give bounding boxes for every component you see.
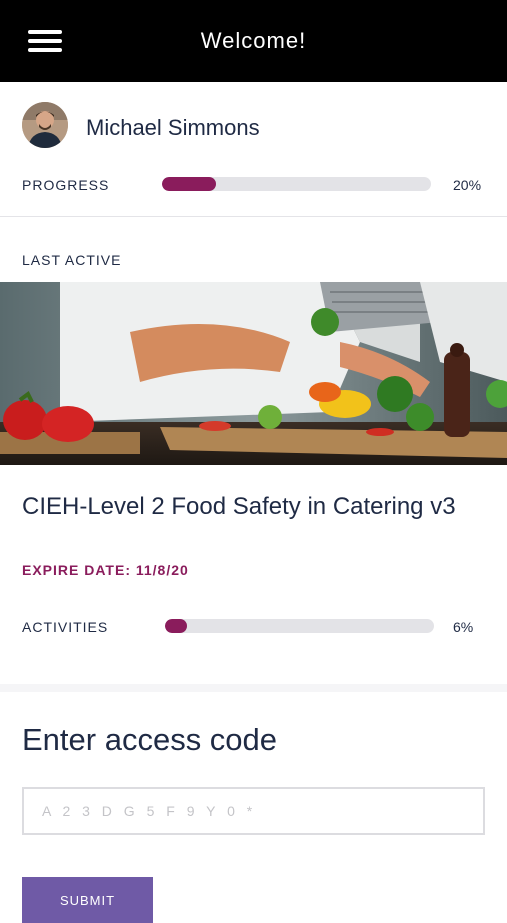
avatar[interactable] — [22, 102, 68, 148]
course-title[interactable]: CIEH-Level 2 Food Safety in Catering v3 — [22, 490, 482, 523]
progress-bar-fill — [162, 177, 216, 191]
last-active-label: LAST ACTIVE — [22, 252, 122, 268]
access-code-heading: Enter access code — [22, 722, 278, 757]
section-divider — [0, 684, 507, 692]
activities-label: ACTIVITIES — [22, 619, 109, 635]
activities-progress-bar — [165, 619, 434, 633]
progress-label: PROGRESS — [22, 177, 110, 193]
activities-progress-fill — [165, 619, 187, 633]
course-hero-image[interactable] — [0, 282, 507, 465]
app-header: Welcome! — [0, 0, 507, 82]
access-code-input[interactable] — [22, 787, 485, 835]
activities-percent: 6% — [453, 619, 474, 635]
profile-section: Michael Simmons PROGRESS 20% — [0, 82, 507, 217]
submit-button[interactable]: SUBMIT — [22, 877, 153, 923]
user-name: Michael Simmons — [86, 115, 260, 140]
progress-percent: 20% — [453, 177, 482, 193]
expire-date: EXPIRE DATE: 11/8/20 — [22, 562, 189, 578]
page-title: Welcome! — [200, 28, 307, 53]
progress-bar — [162, 177, 431, 191]
